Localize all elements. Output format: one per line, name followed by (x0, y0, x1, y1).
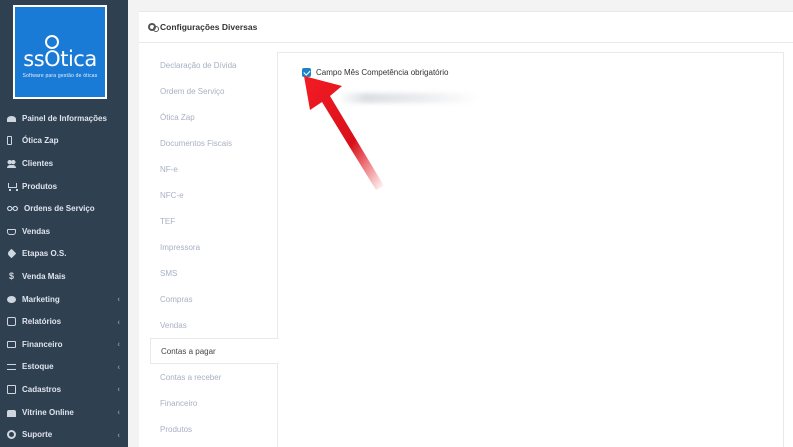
sidebar-item-label: Ótica Zap (22, 136, 59, 146)
mes-competencia-checkbox[interactable] (302, 68, 311, 77)
sidebar-item-label: Financeiro (22, 339, 63, 349)
sidebar-item-label: Etapas O.S. (22, 249, 67, 259)
tab-sms[interactable]: SMS (150, 260, 278, 286)
tab-tef[interactable]: TEF (150, 208, 278, 234)
sidebar-item-label: Produtos (22, 181, 58, 191)
sidebar-item-vitrine-online[interactable]: Vitrine Online ‹ (0, 401, 128, 424)
sidebar-item-label: Clientes (22, 158, 54, 168)
cogs-icon (148, 23, 159, 32)
glasses-icon (7, 204, 18, 214)
sidebar-item-relatorios[interactable]: Relatórios ‹ (0, 310, 128, 333)
panel-header: Configurações Diversas (139, 11, 793, 43)
sidebar-item-suporte[interactable]: Suporte ‹ (0, 423, 128, 446)
tab-nfe[interactable]: NF-e (150, 156, 278, 182)
dashboard-icon (7, 116, 16, 123)
chevron-left-icon: ‹ (117, 294, 120, 304)
sidebar-item-cadastros[interactable]: Cadastros ‹ (0, 378, 128, 401)
tab-contas-a-pagar[interactable]: Contas a pagar (150, 338, 279, 364)
dollar-icon: $ (8, 270, 14, 281)
support-icon (7, 430, 16, 440)
sidebar-item-label: Marketing (22, 294, 60, 304)
sidebar-item-estoque[interactable]: Estoque ‹ (0, 356, 128, 379)
tab-compras[interactable]: Compras (150, 286, 278, 312)
tab-contas-a-receber[interactable]: Contas a receber (150, 364, 278, 390)
cart-icon (7, 182, 18, 191)
sidebar-item-ordens-servico[interactable]: Ordens de Serviço (0, 197, 128, 220)
sidebar-item-label: Ordens de Serviço (24, 204, 95, 214)
tab-content-contas-a-pagar: Campo Mês Competência obrigatório (277, 52, 784, 447)
chevron-left-icon: ‹ (117, 430, 120, 440)
sidebar-nav: Painel de Informações Ótica Zap Clientes… (0, 107, 128, 446)
sidebar-item-label: Suporte (22, 430, 53, 440)
users-icon (7, 158, 16, 168)
tab-ordem-servico[interactable]: Ordem de Serviço (150, 78, 278, 104)
chevron-left-icon: ‹ (117, 384, 120, 394)
tag-icon (6, 249, 17, 259)
chevron-left-icon: ‹ (117, 339, 120, 349)
tab-financeiro[interactable]: Financeiro (150, 390, 278, 416)
mes-competencia-option[interactable]: Campo Mês Competência obrigatório (302, 68, 449, 77)
sidebar-item-label: Vitrine Online (22, 407, 74, 417)
mes-competencia-label[interactable]: Campo Mês Competência obrigatório (316, 68, 449, 77)
sidebar-item-label: Relatórios (22, 317, 62, 327)
chat-icon (7, 295, 16, 303)
sidebar: ssOtica Software para gestão de óticas P… (0, 0, 128, 447)
tab-impressora[interactable]: Impressora (150, 234, 278, 260)
swap-icon (7, 363, 16, 370)
panel-title: Configurações Diversas (160, 22, 258, 32)
sidebar-item-painel[interactable]: Painel de Informações (0, 107, 128, 130)
sidebar-item-clientes[interactable]: Clientes (0, 152, 128, 175)
tab-documentos-fiscais[interactable]: Documentos Fiscais (150, 130, 278, 156)
chevron-left-icon: ‹ (117, 317, 120, 327)
sidebar-item-label: Painel de Informações (22, 113, 107, 123)
tab-declaracao-divida[interactable]: Declaração de Dívida (150, 52, 278, 78)
settings-tabs: Declaração de Dívida Ordem de Serviço Ót… (150, 52, 279, 442)
chevron-left-icon: ‹ (117, 407, 120, 417)
sidebar-item-financeiro[interactable]: Financeiro ‹ (0, 333, 128, 356)
ssotica-logo[interactable]: ssOtica Software para gestão de óticas (13, 5, 107, 99)
money-icon (7, 340, 16, 348)
basket-icon (7, 229, 16, 236)
shop-icon (7, 409, 16, 417)
tab-produtos[interactable]: Produtos (150, 416, 278, 442)
sidebar-item-marketing[interactable]: Marketing ‹ (0, 288, 128, 311)
sidebar-item-label: Estoque (22, 362, 54, 372)
sidebar-item-produtos[interactable]: Produtos (0, 175, 128, 198)
phone-icon (7, 136, 12, 146)
sidebar-item-vendas[interactable]: Vendas (0, 220, 128, 243)
tab-otica-zap[interactable]: Ótica Zap (150, 104, 278, 130)
tab-nfce[interactable]: NFC-e (150, 182, 278, 208)
chevron-left-icon: ‹ (117, 362, 120, 372)
sidebar-item-label: Cadastros (22, 384, 62, 394)
blurred-text (338, 93, 478, 103)
logo-text: ssOtica (23, 47, 97, 71)
sidebar-item-etapas-os[interactable]: Etapas O.S. (0, 243, 128, 266)
sidebar-item-label: Vendas (22, 226, 51, 236)
tab-vendas[interactable]: Vendas (150, 312, 278, 338)
report-icon (7, 317, 16, 327)
sidebar-item-venda-mais[interactable]: $ Venda Mais (0, 265, 128, 288)
logo-tagline: Software para gestão de óticas (22, 73, 98, 79)
edit-icon (7, 384, 16, 394)
sidebar-item-otica-zap[interactable]: Ótica Zap (0, 130, 128, 153)
sidebar-item-label: Venda Mais (22, 271, 66, 281)
